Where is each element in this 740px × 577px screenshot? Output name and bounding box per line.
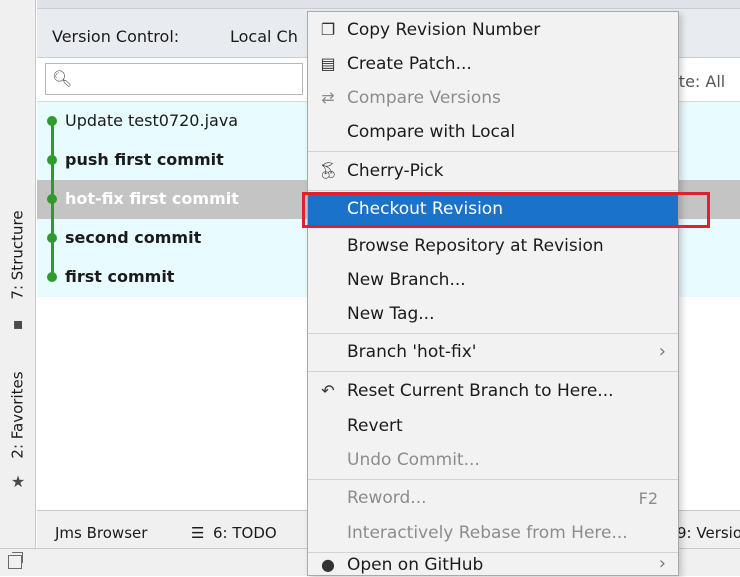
menu-item-label: Copy Revision Number bbox=[347, 20, 541, 40]
menu-item-label: Reword... bbox=[347, 488, 427, 508]
menu-item-label: Revert bbox=[347, 416, 403, 436]
commit-message: push first commit bbox=[65, 150, 224, 169]
jms-browser-tab[interactable]: Jms Browser bbox=[55, 524, 147, 542]
context-menu: ❐ Copy Revision Number ▤ Create Patch...… bbox=[307, 11, 679, 576]
commit-message: second commit bbox=[65, 228, 202, 247]
menu-item-new-branch[interactable]: New Branch... bbox=[308, 262, 678, 300]
undo-icon: ↶ bbox=[321, 381, 335, 400]
cherry-icon: 🍒︎ bbox=[318, 161, 339, 180]
structure-icon: ▪ bbox=[12, 314, 24, 333]
commit-message: hot-fix first commit bbox=[65, 189, 239, 208]
shortcut-label: F2 bbox=[638, 489, 658, 508]
menu-item-label: New Branch... bbox=[347, 270, 466, 290]
menu-item-label: Interactively Rebase from Here... bbox=[347, 523, 628, 543]
menu-item-label: Compare with Local bbox=[347, 122, 516, 142]
todo-tab[interactable]: 6: TODO bbox=[213, 524, 277, 542]
structure-tab-label: 7: Structure bbox=[9, 210, 27, 300]
panel-title: Version Control: bbox=[52, 27, 180, 46]
menu-item-reset-branch[interactable]: ↶ Reset Current Branch to Here... bbox=[308, 373, 678, 411]
github-icon: ● bbox=[321, 555, 335, 574]
menu-item-label: Cherry-Pick bbox=[347, 161, 444, 181]
menu-item-copy-revision[interactable]: ❐ Copy Revision Number bbox=[308, 12, 678, 50]
favorites-tab-label: 2: Favorites bbox=[9, 371, 27, 459]
menu-item-label: Undo Commit... bbox=[347, 450, 480, 470]
tab-local-changes[interactable]: Local Ch bbox=[230, 27, 298, 46]
menu-item-browse-repository[interactable]: Browse Repository at Revision bbox=[308, 228, 678, 266]
menu-item-interactive-rebase: Interactively Rebase from Here... bbox=[308, 515, 678, 553]
menu-item-compare-versions: ⇄ Compare Versions bbox=[308, 80, 678, 118]
menu-item-label: New Tag... bbox=[347, 304, 435, 324]
menu-item-create-patch[interactable]: ▤ Create Patch... bbox=[308, 46, 678, 84]
header-top-strip bbox=[37, 0, 740, 9]
menu-item-reword: Reword... F2 bbox=[308, 480, 678, 518]
commit-message: first commit bbox=[65, 267, 175, 286]
menu-item-cherry-pick[interactable]: 🍒︎ Cherry-Pick bbox=[308, 153, 678, 191]
menu-separator bbox=[308, 190, 678, 191]
menu-item-revert[interactable]: Revert bbox=[308, 408, 678, 446]
star-icon: ★ bbox=[10, 472, 26, 491]
highlight-callout-box bbox=[302, 192, 710, 228]
chevron-right-icon: › bbox=[658, 553, 666, 574]
menu-separator bbox=[308, 151, 678, 152]
search-input[interactable] bbox=[72, 68, 296, 92]
chevron-right-icon: › bbox=[658, 341, 666, 362]
search-icon[interactable]: 🔍︎ bbox=[52, 69, 72, 88]
copy-icon: ❐ bbox=[320, 20, 336, 39]
menu-item-label: Compare Versions bbox=[347, 88, 501, 108]
left-tool-strip: 7: Structure ▪ 2: Favorites ★ bbox=[0, 0, 36, 548]
menu-item-label: Browse Repository at Revision bbox=[347, 236, 604, 256]
menu-item-branch-hot-fix[interactable]: Branch 'hot-fix' › bbox=[308, 334, 678, 372]
menu-item-compare-local[interactable]: Compare with Local bbox=[308, 114, 678, 152]
menu-item-new-tag[interactable]: New Tag... bbox=[308, 296, 678, 334]
menu-item-open-github[interactable]: ● Open on GitHub › bbox=[308, 553, 678, 577]
compare-icon: ⇄ bbox=[321, 88, 335, 107]
todo-tab-icon: ☰ bbox=[191, 524, 205, 542]
tool-windows-icon[interactable] bbox=[8, 552, 23, 569]
version-control-tab[interactable]: 9: Versio bbox=[677, 524, 740, 542]
favorites-tab[interactable]: 2: Favorites bbox=[2, 360, 34, 470]
commit-message: Update test0720.java bbox=[65, 111, 239, 130]
menu-item-label: Reset Current Branch to Here... bbox=[347, 381, 614, 401]
menu-item-label: Open on GitHub bbox=[347, 555, 484, 575]
menu-item-label: Create Patch... bbox=[347, 54, 472, 74]
structure-tab[interactable]: 7: Structure bbox=[2, 200, 34, 310]
patch-icon: ▤ bbox=[320, 54, 336, 73]
menu-item-undo-commit: Undo Commit... bbox=[308, 442, 678, 480]
graph-line bbox=[51, 121, 54, 279]
search-box[interactable]: 🔍︎ bbox=[45, 63, 303, 95]
menu-item-label: Branch 'hot-fix' bbox=[347, 342, 477, 362]
menu-separator bbox=[308, 371, 678, 372]
